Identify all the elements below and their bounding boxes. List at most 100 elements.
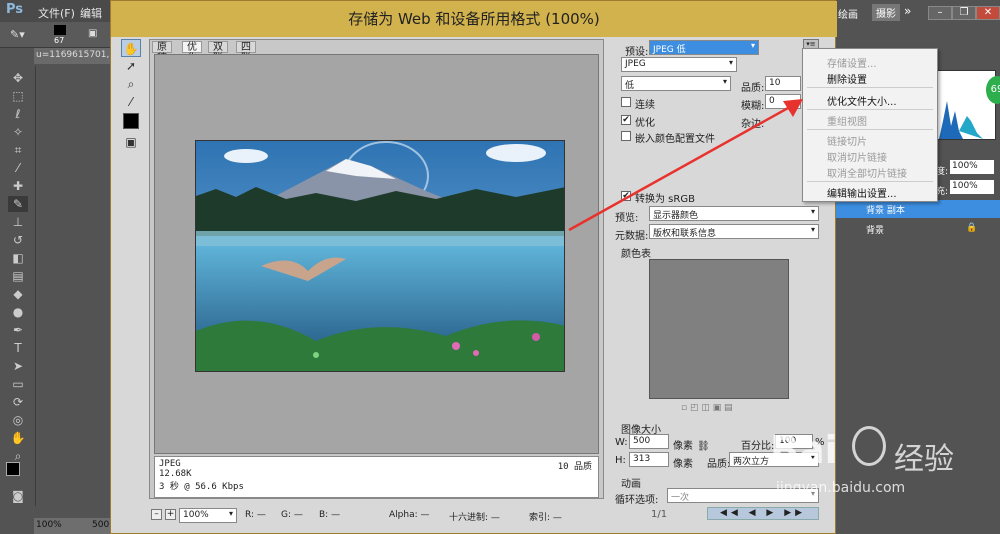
menu-item-repopulate-views[interactable]: 重组视图 <box>803 111 937 128</box>
shape-tool-icon[interactable]: ▭ <box>8 376 28 392</box>
resample-value: 两次立方 <box>733 457 770 467</box>
marquee-tool-icon[interactable]: ⬚ <box>8 88 28 104</box>
tab-optimized[interactable]: 优化 <box>182 41 202 64</box>
chevron-down-icon: ▾ <box>750 41 755 50</box>
color-table[interactable] <box>649 259 789 399</box>
path-select-icon[interactable]: ➤ <box>8 358 28 374</box>
chevron-down-icon: ▾ <box>228 509 233 518</box>
pen-tool-icon[interactable]: ✒ <box>8 322 28 338</box>
eyedropper-tool-icon[interactable]: ⁄ <box>8 160 28 176</box>
toggle-slices-icon[interactable]: ▣ <box>121 133 141 151</box>
tab-original[interactable]: 原稿 <box>152 41 172 64</box>
menu-separator <box>807 129 933 130</box>
menu-item-delete-settings[interactable]: 删除设置 <box>803 69 937 86</box>
info-speed: 3 秒 @ 56.6 Kbps <box>159 482 244 492</box>
frame-counter: 1/1 <box>651 509 668 520</box>
stamp-tool-icon[interactable]: ⊥ <box>8 214 28 230</box>
zoom-in-button[interactable]: + <box>165 509 176 520</box>
watermark-brand-cn: 经验 <box>894 442 954 477</box>
restore-button[interactable]: ❐ <box>952 6 976 20</box>
move-tool-icon[interactable]: ✥ <box>8 70 28 86</box>
close-button[interactable]: ✕ <box>976 6 1000 20</box>
preset-label: 预设: <box>625 47 649 58</box>
hand-tool-icon[interactable]: ✋ <box>8 430 28 446</box>
tab-4up[interactable]: 四联 <box>236 41 256 64</box>
hand-tool-icon[interactable]: ✋ <box>121 39 141 57</box>
blur-tool-icon[interactable]: ◆ <box>8 286 28 302</box>
lasso-tool-icon[interactable]: ℓ <box>8 106 28 122</box>
type-tool-icon[interactable]: T <box>8 340 28 356</box>
color-table-buttons[interactable]: ▫ ◰ ◫ ▣ ▤ <box>681 403 733 413</box>
brush-preview[interactable] <box>54 25 66 35</box>
preset-select[interactable]: JPEG 低 ▾ <box>649 40 759 55</box>
chevron-down-icon: ▾ <box>728 58 733 67</box>
menu-item-edit-output-settings[interactable]: 编辑输出设置... <box>803 183 937 200</box>
readout-index: 索引: — <box>529 513 562 523</box>
eyedropper-color-swatch[interactable] <box>123 113 139 129</box>
menu-file[interactable]: 文件(F) <box>38 5 75 21</box>
minimize-button[interactable]: – <box>928 6 952 20</box>
preview-panel: 原稿 优化 双联 四联 <box>149 39 604 499</box>
brush-icon[interactable]: ✎▾ <box>10 28 25 41</box>
width-field[interactable]: 500 <box>629 434 669 449</box>
zoom-out-button[interactable]: – <box>151 509 162 520</box>
document-tab[interactable]: u=1169615701,28 <box>34 48 121 64</box>
save-for-web-dialog: 存储为 Web 和设备所用格式 (100%) ✋ ➚ ⌕ ⁄ ▣ 原稿 优化 双… <box>110 0 837 534</box>
menu-item-unlink-slice[interactable]: 取消切片链接 <box>803 147 937 164</box>
ps-toolbar: ✥ ⬚ ℓ ✧ ⌗ ⁄ ✚ ✎ ⊥ ↺ ◧ ▤ ◆ ● ✒ T ➤ ▭ ⟳ ◎ … <box>0 66 36 506</box>
brush-tool-icon[interactable]: ✎ <box>8 196 28 212</box>
readout-r: R: — <box>245 510 266 520</box>
doc-size: 500 <box>92 520 110 530</box>
menu-item-link-slices[interactable]: 链接切片 <box>803 131 937 148</box>
optimization-info: JPEG 12.68K 3 秒 @ 56.6 Kbps 10 品质 <box>154 456 599 498</box>
landscape-photo <box>196 141 564 371</box>
tab-2up[interactable]: 双联 <box>208 41 228 64</box>
width-unit: 像素 <box>673 441 693 452</box>
healing-tool-icon[interactable]: ✚ <box>8 178 28 194</box>
ps-statusbar: 100% 500 <box>34 518 114 534</box>
zoom-tool-icon[interactable]: ⌕ <box>121 75 141 93</box>
foreground-color-swatch[interactable] <box>6 462 20 476</box>
fill-field[interactable]: 100% <box>950 180 994 194</box>
brush-panel-icon[interactable]: ▣ <box>88 28 97 39</box>
loop-label: 循环选项: <box>615 495 659 506</box>
eraser-tool-icon[interactable]: ◧ <box>8 250 28 266</box>
dodge-tool-icon[interactable]: ● <box>8 304 28 320</box>
dialog-title: 存储为 Web 和设备所用格式 (100%) <box>111 1 837 37</box>
watermark-brand: Bai <box>770 428 838 472</box>
more-workspaces[interactable]: » <box>904 4 911 18</box>
height-label: H: <box>615 455 626 466</box>
crop-tool-icon[interactable]: ⌗ <box>8 142 28 158</box>
history-brush-icon[interactable]: ↺ <box>8 232 28 248</box>
image-canvas[interactable] <box>154 54 599 454</box>
3d-orbit-icon[interactable]: ◎ <box>8 412 28 428</box>
workspace-photography[interactable]: 摄影 <box>872 4 900 21</box>
loop-value: 一次 <box>671 493 690 503</box>
3d-rotate-icon[interactable]: ⟳ <box>8 394 28 410</box>
workspace-painting[interactable]: 绘画 <box>838 6 858 21</box>
menu-item-save-settings[interactable]: 存储设置... <box>803 53 937 70</box>
lock-icon: 🔒 <box>966 223 978 233</box>
slice-select-icon[interactable]: ➚ <box>121 57 141 75</box>
height-unit: 像素 <box>673 459 693 470</box>
menu-edit[interactable]: 编辑 <box>80 5 102 21</box>
info-format: JPEG <box>159 459 181 469</box>
zoom-level[interactable]: 100% <box>36 520 62 530</box>
menu-item-unlink-all-slices[interactable]: 取消全部切片链接 <box>803 163 937 180</box>
ps-logo: Ps <box>6 2 24 17</box>
opacity-field[interactable]: 100% <box>950 160 994 174</box>
preview-photo <box>195 140 565 372</box>
layer-row[interactable]: 背景 副本 <box>836 200 1000 218</box>
format-select[interactable]: JPEG ▾ <box>621 57 737 72</box>
height-field[interactable]: 313 <box>629 452 669 467</box>
quick-mask-icon[interactable]: ◙ <box>8 488 28 504</box>
dialog-bottom-bar: – + 100% ▾ R: — G: — B: — Alpha: — 十六进制: … <box>149 505 604 527</box>
optimize-flyout-menu: 存储设置... 删除设置 优化文件大小... 重组视图 链接切片 取消切片链接 … <box>802 48 938 202</box>
eyedropper-icon[interactable]: ⁄ <box>121 93 141 111</box>
quick-select-icon[interactable]: ✧ <box>8 124 28 140</box>
link-icon[interactable]: ⛓ <box>697 441 710 452</box>
menu-item-optimize-file-size[interactable]: 优化文件大小... <box>803 91 937 108</box>
layer-row[interactable]: 背景 🔒 <box>836 220 1000 238</box>
gradient-tool-icon[interactable]: ▤ <box>8 268 28 284</box>
zoom-select[interactable]: 100% ▾ <box>179 508 237 523</box>
